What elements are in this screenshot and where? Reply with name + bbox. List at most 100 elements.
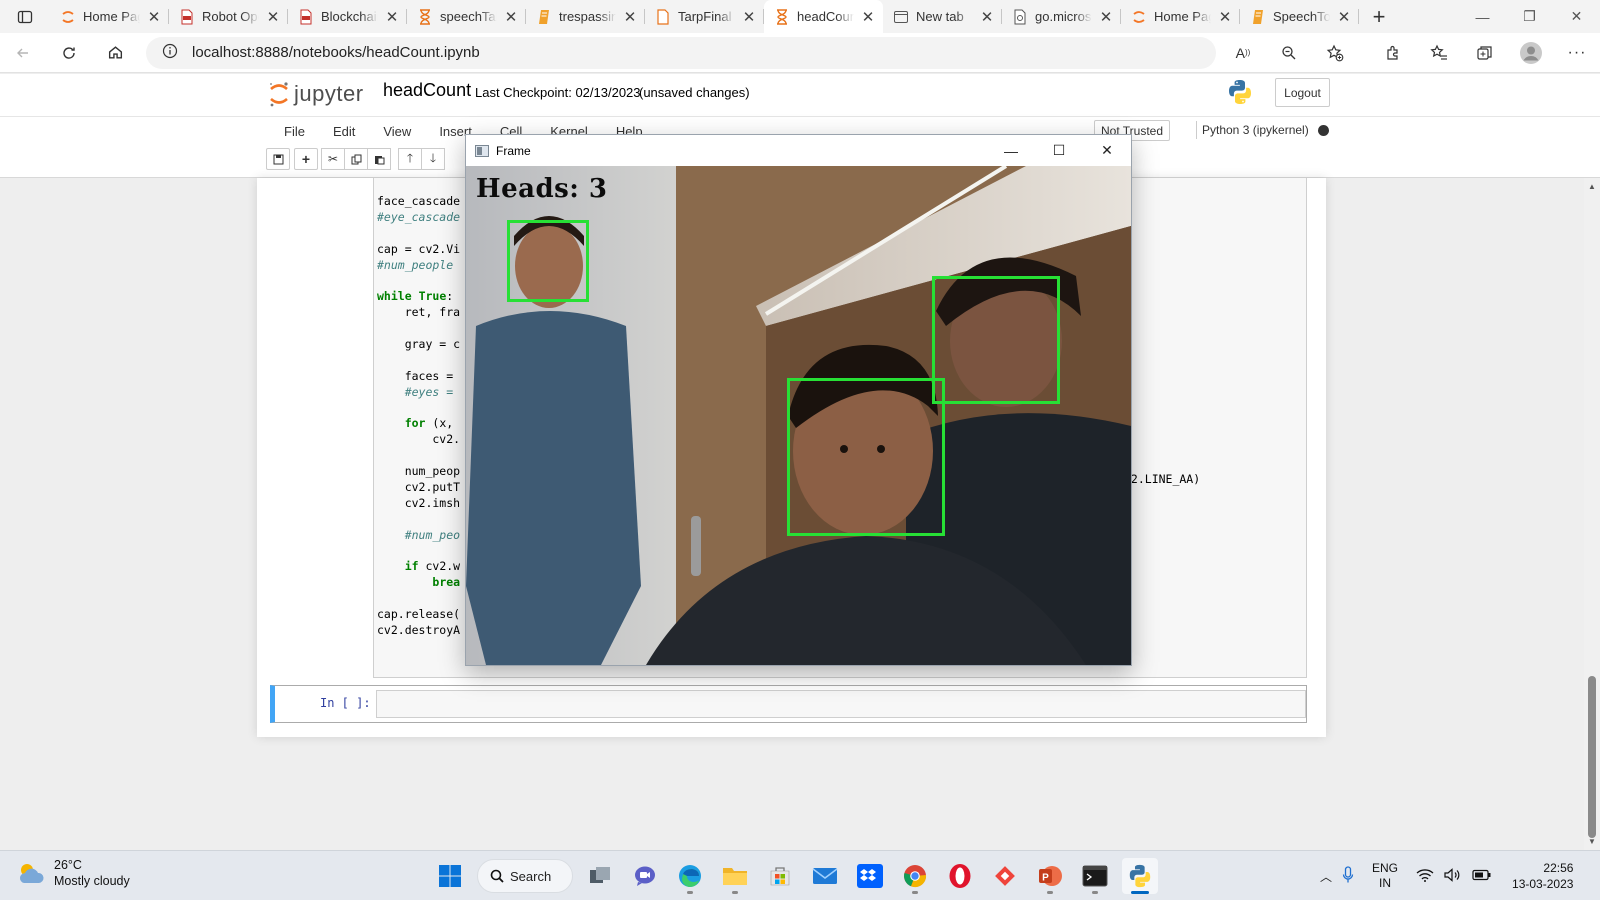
refresh-button[interactable] — [46, 33, 92, 73]
frame-window[interactable]: Frame — ☐ ✕ Heads: 3 — [465, 134, 1132, 666]
close-tab-icon[interactable]: ✕ — [1218, 8, 1232, 26]
volume-icon[interactable] — [1444, 867, 1462, 885]
close-tab-icon[interactable]: ✕ — [742, 8, 756, 26]
browser-tab[interactable]: Blockchain ✕ — [288, 0, 407, 33]
code-cell-source[interactable]: face_cascade #eye_cascade cap = cv2.Vi #num… — [377, 194, 460, 639]
wifi-icon[interactable] — [1416, 868, 1434, 885]
scroll-down-icon[interactable]: ▼ — [1588, 837, 1596, 846]
kernel-name[interactable]: Python 3 (ipykernel) — [1202, 123, 1309, 137]
new-tab-button[interactable]: + — [1359, 0, 1399, 33]
teams-chat-icon[interactable] — [627, 858, 663, 894]
settings-more-icon[interactable]: ··· — [1554, 33, 1600, 73]
zoom-icon[interactable] — [1266, 33, 1312, 73]
hourglass-icon — [774, 8, 790, 25]
close-tab-icon[interactable]: ✕ — [147, 8, 161, 26]
clock-date: 13-03-2023 — [1512, 877, 1574, 891]
frame-close-icon[interactable]: ✕ — [1083, 135, 1131, 166]
close-tab-icon[interactable]: ✕ — [1099, 8, 1113, 26]
battery-icon[interactable] — [1472, 869, 1492, 884]
close-tab-icon[interactable]: ✕ — [861, 8, 875, 26]
menu-item[interactable]: View — [369, 120, 425, 143]
close-tab-icon[interactable]: ✕ — [504, 8, 518, 26]
browser-tab[interactable]: TarpFinal ✕ — [645, 0, 764, 33]
scrollbar-thumb[interactable] — [1588, 676, 1596, 838]
clock[interactable]: 22:56 13-03-2023 — [1512, 860, 1573, 892]
task-view-icon[interactable] — [582, 858, 618, 894]
chevron-up-icon[interactable]: ︿ — [1320, 868, 1332, 885]
tab-label: TarpFinal — [678, 9, 732, 24]
favorites-icon[interactable] — [1416, 33, 1462, 73]
collections-icon[interactable] — [1462, 33, 1508, 73]
back-button[interactable] — [0, 33, 46, 73]
browser-tab[interactable]: SpeechTo ✕ — [1240, 0, 1359, 33]
browser-tab[interactable]: Home Page ✕ — [50, 0, 169, 33]
microphone-icon[interactable] — [1342, 865, 1354, 887]
taskbar-search[interactable]: Search — [477, 859, 573, 893]
dropbox-icon[interactable] — [852, 858, 888, 894]
frame-app-icon — [475, 144, 489, 157]
tab-label: Blockchain — [321, 9, 378, 24]
terminal-icon[interactable] — [1077, 858, 1113, 894]
notebook-name[interactable]: headCount — [383, 80, 471, 101]
browser-tab[interactable]: New tab ✕ — [883, 0, 1002, 33]
edge-browser-icon[interactable] — [672, 858, 708, 894]
menu-item[interactable]: Edit — [319, 120, 369, 143]
cut-icon[interactable]: ✂ — [321, 148, 345, 170]
python-app-icon[interactable] — [1122, 858, 1158, 894]
home-button[interactable] — [92, 33, 138, 73]
close-tab-icon[interactable]: ✕ — [266, 8, 280, 26]
python-logo-icon — [1226, 78, 1254, 109]
empty-cell-input[interactable] — [376, 690, 1306, 718]
powerpoint-icon[interactable]: P — [1032, 858, 1068, 894]
frame-titlebar[interactable]: Frame — ☐ ✕ — [466, 135, 1131, 166]
site-info-icon[interactable] — [162, 43, 178, 63]
logout-button[interactable]: Logout — [1275, 78, 1330, 107]
browser-tab[interactable]: speechTab ✕ — [407, 0, 526, 33]
anydesk-icon[interactable] — [987, 858, 1023, 894]
start-button[interactable] — [432, 858, 468, 894]
restore-icon[interactable]: ❐ — [1506, 0, 1553, 33]
browser-tab[interactable]: headCount ✕ — [764, 0, 883, 33]
frame-minimize-icon[interactable]: — — [987, 135, 1035, 166]
language-indicator[interactable]: ENG IN — [1372, 861, 1398, 891]
empty-code-cell[interactable]: In [ ]: — [270, 685, 1307, 723]
close-tab-icon[interactable]: ✕ — [1337, 8, 1351, 26]
favorite-add-icon[interactable] — [1312, 33, 1358, 73]
browser-tab[interactable]: trespassing ✕ — [526, 0, 645, 33]
page-scrollbar[interactable]: ▲ ▼ — [1584, 178, 1600, 850]
opera-icon[interactable] — [942, 858, 978, 894]
add-cell-icon[interactable]: + — [294, 148, 318, 170]
read-aloud-icon[interactable]: A)) — [1220, 33, 1266, 73]
move-up-icon[interactable]: 🡑 — [398, 148, 422, 170]
profile-avatar[interactable] — [1508, 33, 1554, 73]
code-keyword: while — [377, 289, 412, 304]
mail-icon[interactable] — [807, 858, 843, 894]
browser-tab[interactable]: Home Page ✕ — [1121, 0, 1240, 33]
weather-widget[interactable]: 26°C Mostly cloudy — [16, 857, 130, 889]
close-window-icon[interactable]: ✕ — [1553, 0, 1600, 33]
paste-icon[interactable] — [367, 148, 391, 170]
browser-tab[interactable]: Robot Operation ✕ — [169, 0, 288, 33]
tab-label: Home Page — [1154, 9, 1211, 24]
close-tab-icon[interactable]: ✕ — [980, 8, 994, 26]
move-down-icon[interactable]: 🡓 — [421, 148, 445, 170]
chrome-icon[interactable] — [897, 858, 933, 894]
extensions-icon[interactable] — [1370, 33, 1416, 73]
microsoft-store-icon[interactable] — [762, 858, 798, 894]
frame-maximize-icon[interactable]: ☐ — [1035, 135, 1083, 166]
url-text[interactable]: localhost:8888/notebooks/headCount.ipynb — [192, 44, 480, 61]
file-explorer-icon[interactable] — [717, 858, 753, 894]
jupyter-logo[interactable]: jupyter — [268, 81, 364, 107]
jupyter-icon — [1131, 9, 1147, 25]
minimize-icon[interactable]: — — [1459, 0, 1506, 33]
save-icon[interactable] — [266, 148, 290, 170]
tab-actions-icon[interactable] — [0, 0, 50, 33]
address-bar[interactable]: localhost:8888/notebooks/headCount.ipynb — [146, 36, 1216, 69]
copy-icon[interactable] — [344, 148, 368, 170]
close-tab-icon[interactable]: ✕ — [623, 8, 637, 26]
close-tab-icon[interactable]: ✕ — [385, 8, 399, 26]
scroll-up-icon[interactable]: ▲ — [1588, 182, 1596, 191]
browser-tab[interactable]: go.microsoft ✕ — [1002, 0, 1121, 33]
menu-item[interactable]: File — [270, 120, 319, 143]
